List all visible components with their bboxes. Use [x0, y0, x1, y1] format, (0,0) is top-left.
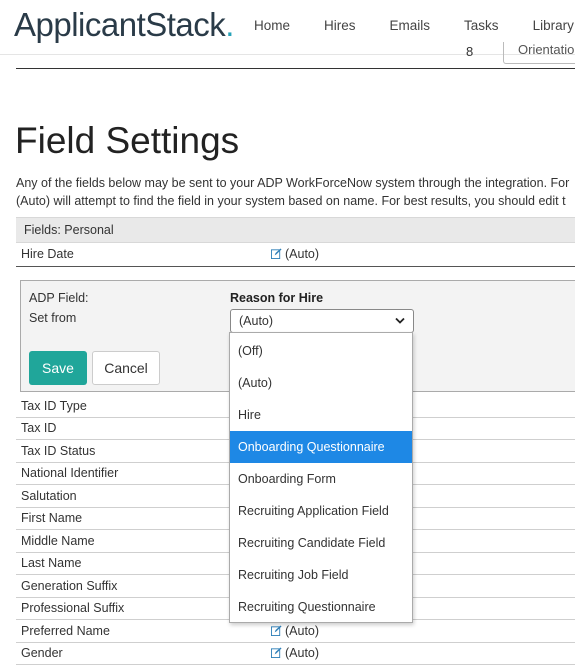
logo-dot: . — [225, 6, 234, 43]
field-label: Hire Date — [21, 247, 74, 261]
adp-field-name: Reason for Hire — [230, 291, 324, 305]
field-value-text: (Auto) — [285, 646, 320, 660]
field-value-text: (Auto) — [285, 247, 320, 261]
section-label: Fields: Personal — [24, 223, 114, 237]
logo-text: ApplicantStack — [14, 6, 226, 43]
app-header: ApplicantStack. Home Hires Emails Tasks … — [0, 0, 575, 55]
field-label: Tax ID — [21, 421, 57, 435]
field-value[interactable]: (Auto) — [271, 624, 319, 638]
field-label: Preferred Name — [21, 624, 110, 638]
description-line-2: (Auto) will attempt to find the field in… — [16, 194, 566, 208]
field-label: Tax ID Type — [21, 399, 87, 413]
dropdown-option-recruiting-application-field[interactable]: Recruiting Application Field — [230, 495, 412, 527]
field-label: Last Name — [21, 556, 82, 570]
dropdown-option-onboarding-questionnaire[interactable]: Onboarding Questionnaire — [230, 431, 412, 463]
dropdown-option-recruiting-job-field[interactable]: Recruiting Job Field — [230, 559, 412, 591]
field-row-hire-date: Hire Date (Auto) — [16, 243, 575, 267]
dropdown-option-recruiting-questionnaire[interactable]: Recruiting Questionnaire — [230, 591, 412, 623]
dropdown-option-hire[interactable]: Hire — [230, 399, 412, 431]
field-value[interactable]: (Auto) — [271, 247, 319, 261]
dropdown-option-onboarding-form[interactable]: Onboarding Form — [230, 463, 412, 495]
nav-tasks[interactable]: Tasks — [464, 18, 499, 33]
set-from-label: Set from — [29, 311, 77, 325]
page-description: Any of the fields below may be sent to y… — [16, 174, 575, 210]
description-line-1: Any of the fields below may be sent to y… — [16, 176, 570, 190]
save-button[interactable]: Save — [29, 351, 87, 385]
nav-home[interactable]: Home — [254, 18, 290, 33]
field-value[interactable]: (Auto) — [271, 646, 319, 660]
edit-icon[interactable] — [271, 248, 282, 259]
toolbar-icon[interactable]: 8 — [466, 44, 473, 59]
field-label: Middle Name — [21, 534, 95, 548]
dropdown-option-auto[interactable]: (Auto) — [230, 367, 412, 399]
set-from-dropdown-list: (Off) (Auto) Hire Onboarding Questionnai… — [229, 332, 413, 623]
field-label: National Identifier — [21, 466, 119, 480]
field-label: Generation Suffix — [21, 579, 118, 593]
field-label: Gender — [21, 646, 63, 660]
field-row-preferred-name: Preferred Name (Auto) — [16, 621, 575, 643]
nav-emails[interactable]: Emails — [390, 18, 431, 33]
section-header-personal: Fields: Personal — [16, 217, 575, 243]
field-row-gender: Gender (Auto) — [16, 643, 575, 665]
field-label: Professional Suffix — [21, 601, 125, 615]
sub-toolbar: 8 Orientation — [16, 42, 575, 69]
main-nav: Home Hires Emails Tasks Library — [254, 18, 574, 33]
nav-library[interactable]: Library — [533, 18, 574, 33]
applicantstack-logo[interactable]: ApplicantStack. — [14, 6, 234, 44]
adp-field-label: ADP Field: — [29, 291, 89, 305]
chevron-down-icon — [395, 317, 405, 324]
nav-hires[interactable]: Hires — [324, 18, 356, 33]
field-label: Salutation — [21, 489, 77, 503]
page-title: Field Settings — [15, 120, 240, 161]
set-from-select[interactable]: (Auto) — [230, 309, 414, 333]
dropdown-option-off[interactable]: (Off) — [230, 335, 412, 367]
orientation-select[interactable]: Orientation — [503, 42, 575, 64]
field-label: Tax ID Status — [21, 444, 96, 458]
select-value: (Auto) — [239, 314, 274, 328]
dropdown-option-recruiting-candidate-field[interactable]: Recruiting Candidate Field — [230, 527, 412, 559]
edit-icon[interactable] — [271, 625, 282, 636]
field-value-text: (Auto) — [285, 624, 320, 638]
field-label: First Name — [21, 511, 83, 525]
cancel-button[interactable]: Cancel — [92, 351, 160, 385]
